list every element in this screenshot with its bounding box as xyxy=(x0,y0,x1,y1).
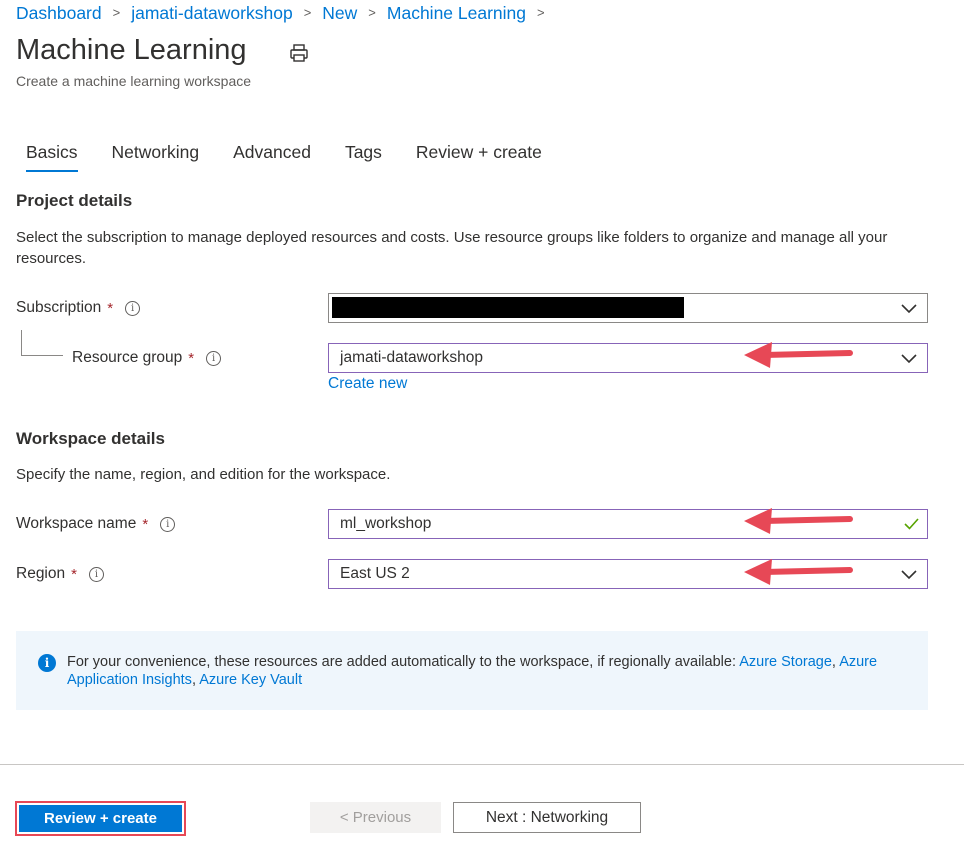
region-value: East US 2 xyxy=(340,565,410,582)
chevron-right-icon: > xyxy=(368,4,376,20)
page-subtitle: Create a machine learning workspace xyxy=(16,73,252,89)
chevron-right-icon: > xyxy=(112,4,121,20)
annotation-arrow-icon xyxy=(744,559,853,585)
annotation-arrow-icon xyxy=(744,508,853,534)
info-banner-message: For your convenience, these resources ar… xyxy=(67,654,736,670)
info-icon[interactable]: i xyxy=(206,350,222,366)
subscription-label-text: Subscription xyxy=(16,299,102,316)
info-banner-text: For your convenience, these resources ar… xyxy=(67,654,878,688)
footer-divider xyxy=(0,764,964,765)
workspace-name-value: ml_workshop xyxy=(340,515,432,532)
breadcrumb-dashboard[interactable]: Dashboard xyxy=(16,3,102,24)
info-banner: i For your convenience, these resources … xyxy=(16,631,928,710)
info-icon[interactable]: i xyxy=(88,566,104,582)
region-label: Region * i xyxy=(16,565,104,583)
chevron-down-icon xyxy=(901,570,917,580)
breadcrumb-new[interactable]: New xyxy=(322,3,357,24)
region-label-text: Region xyxy=(16,565,66,582)
azure-storage-link[interactable]: Azure Storage xyxy=(739,654,832,670)
required-marker: * xyxy=(188,349,195,367)
create-new-link[interactable]: Create new xyxy=(328,375,407,393)
tab-tags[interactable]: Tags xyxy=(335,140,392,172)
tab-advanced[interactable]: Advanced xyxy=(223,140,321,172)
workspace-details-heading: Workspace details xyxy=(16,429,165,448)
workspace-name-label-text: Workspace name xyxy=(16,515,137,532)
tab-review-create[interactable]: Review + create xyxy=(406,140,552,172)
chevron-right-icon: > xyxy=(537,4,545,20)
info-icon[interactable]: i xyxy=(125,300,141,316)
chevron-down-icon xyxy=(901,304,917,314)
previous-button[interactable]: < Previous xyxy=(310,802,441,833)
redacted-value xyxy=(332,297,684,318)
required-marker: * xyxy=(71,565,77,583)
breadcrumb-machine-learning[interactable]: Machine Learning xyxy=(387,3,526,24)
tab-bar: Basics Networking Advanced Tags Review +… xyxy=(16,140,566,172)
workspace-name-label: Workspace name * i xyxy=(16,515,176,533)
azure-key-vault-link[interactable]: Azure Key Vault xyxy=(199,672,302,688)
required-marker: * xyxy=(142,515,149,533)
resource-group-label: Resource group * i xyxy=(72,349,222,367)
breadcrumb-resource-group[interactable]: jamati-dataworkshop xyxy=(131,3,292,24)
page-title: Machine Learning xyxy=(16,34,247,66)
next-networking-button[interactable]: Next : Networking xyxy=(453,802,641,833)
tab-basics[interactable]: Basics xyxy=(16,140,88,172)
print-icon[interactable] xyxy=(288,42,310,64)
annotation-arrow-icon xyxy=(744,342,853,368)
info-icon[interactable]: i xyxy=(160,516,176,532)
info-icon: i xyxy=(38,654,56,672)
tab-networking[interactable]: Networking xyxy=(102,140,210,172)
checkmark-icon xyxy=(904,518,919,530)
subscription-select[interactable] xyxy=(328,293,928,323)
subscription-label: Subscription * i xyxy=(16,299,141,317)
project-details-heading: Project details xyxy=(16,191,133,210)
chevron-down-icon xyxy=(901,354,917,364)
annotation-highlight: Review + create xyxy=(15,801,186,836)
required-marker: * xyxy=(107,299,114,317)
resource-group-label-text: Resource group xyxy=(72,349,183,366)
workspace-details-description: Specify the name, region, and edition fo… xyxy=(16,466,391,483)
resource-group-value: jamati-dataworkshop xyxy=(340,349,484,366)
chevron-right-icon: > xyxy=(303,4,312,20)
review-create-button[interactable]: Review + create xyxy=(19,805,182,832)
project-details-description: Select the subscription to manage deploy… xyxy=(16,229,888,267)
tree-connector xyxy=(21,330,63,356)
breadcrumb: Dashboard > jamati-dataworkshop > New > … xyxy=(16,2,556,24)
